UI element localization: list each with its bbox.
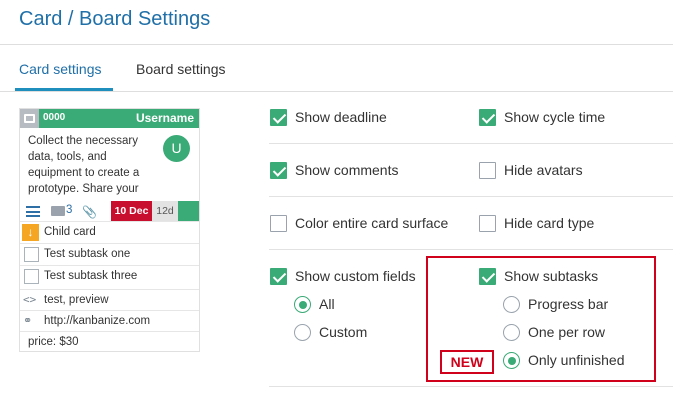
card-header: 0000 Username [20,109,199,128]
page-title: Card / Board Settings [19,8,211,30]
divider [0,44,673,45]
link-icon: ⚭ [23,315,33,327]
show-deadline-label[interactable]: Show deadline [295,109,387,125]
show-custom-fields-label[interactable]: Show custom fields [295,268,416,284]
divider [269,249,673,250]
subtask-checkbox [24,269,39,284]
divider [269,386,673,387]
show-comments-label[interactable]: Show comments [295,162,398,178]
custom-fields-custom-radio[interactable] [294,324,311,341]
attachment-icon: 📎 [82,205,97,219]
color-surface-checkbox[interactable] [270,215,287,232]
description-icon [26,206,40,217]
divider [269,196,673,197]
divider [269,143,673,144]
tab-board-settings[interactable]: Board settings [136,61,226,77]
avatar: U [163,135,190,162]
color-surface-label[interactable]: Color entire card surface [295,215,448,231]
show-cycle-time-checkbox[interactable] [479,109,496,126]
divider [0,91,673,92]
custom-field-row: price: $30 [20,331,199,352]
custom-fields-all-radio[interactable] [294,296,311,313]
show-deadline-checkbox[interactable] [270,109,287,126]
show-cycle-time-label[interactable]: Show cycle time [504,109,605,125]
comment-icon [51,206,65,216]
subtask-row: Test subtask one [20,243,199,265]
comment-count: 3 [66,204,73,216]
new-badge: NEW [440,350,494,374]
custom-field-row: <> test, preview [20,289,199,310]
subtask-row: Test subtask three [20,265,199,287]
card-preview: 0000 Username Collect the necessary data… [19,108,200,352]
hide-card-type-checkbox[interactable] [479,215,496,232]
card-color-strip [178,201,199,221]
hide-avatars-checkbox[interactable] [479,162,496,179]
custom-fields-custom-label[interactable]: Custom [319,324,367,340]
arrow-down-icon: ↓ [22,224,39,241]
custom-field-row: ⚭ http://kanbanize.com [20,310,199,331]
code-icon: <> [23,293,37,306]
card-id: 0000 [43,112,66,123]
child-card-row: ↓ Child card [20,221,199,243]
card-description: Collect the necessary data, tools, and e… [28,135,140,195]
show-comments-checkbox[interactable] [270,162,287,179]
card-footer: 3 📎 10 Dec 12d [20,201,199,221]
subtask-checkbox [24,247,39,262]
cycle-time-badge: 12d [152,201,178,221]
show-custom-fields-checkbox[interactable] [270,268,287,285]
tab-card-settings[interactable]: Card settings [19,61,101,77]
custom-fields-all-label[interactable]: All [319,296,335,312]
hide-card-type-label[interactable]: Hide card type [504,215,594,231]
deadline-badge: 10 Dec [111,201,152,221]
hide-avatars-label[interactable]: Hide avatars [504,162,583,178]
card-username: Username [135,111,194,125]
card-type-icon [20,109,39,128]
